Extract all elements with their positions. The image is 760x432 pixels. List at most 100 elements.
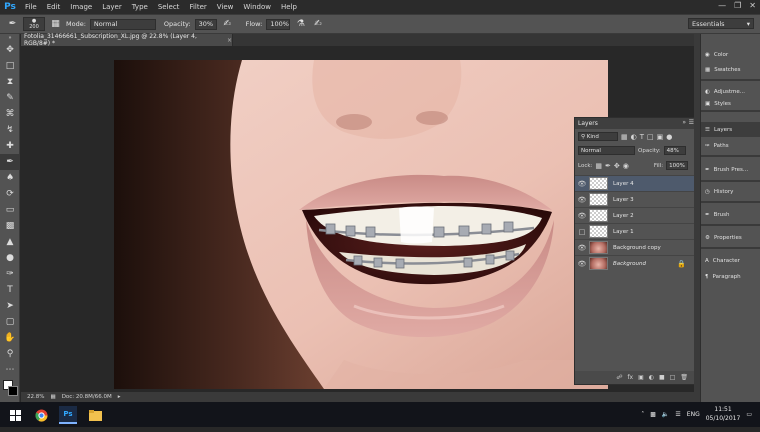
new-layer-icon[interactable]: □ [670,374,676,381]
adjustment-layer-icon[interactable]: ◐ [649,374,654,381]
mode-select[interactable]: Normal [89,18,156,30]
collapse-icon[interactable]: » [0,34,20,42]
brush-panel-icon[interactable]: ▦ [49,18,62,31]
windows-start-icon[interactable] [6,406,24,424]
photoshop-taskbar-icon[interactable]: Ps [59,406,77,424]
menu-filter[interactable]: Filter [184,0,211,14]
zoom-tool-icon[interactable]: ⚲ [0,346,20,362]
layers-panel-tab[interactable]: Layers » ☰ [575,118,696,129]
chevron-right-icon[interactable]: ▸ [118,394,121,400]
crop-tool-icon[interactable]: ⌘ [0,106,20,122]
eraser-tool-icon[interactable]: ▭ [0,202,20,218]
chevron-up-icon[interactable]: ˄ [641,411,644,418]
link-layers-icon[interactable]: ☍ [616,374,622,381]
shape-tool-icon[interactable]: ▢ [0,314,20,330]
lasso-tool-icon[interactable]: ⧗ [0,74,20,90]
trash-icon[interactable]: 🗑 [680,374,688,381]
dock-item-paragraph[interactable]: ¶ Paragraph [701,269,760,284]
eye-icon[interactable]: 👁 [575,196,589,204]
color-swatches[interactable] [0,378,20,400]
clock[interactable]: 11:51 05/10/2017 [706,405,741,423]
wifi-icon[interactable]: ☰ [675,411,680,418]
eyedropper-tool-icon[interactable]: ↯ [0,122,20,138]
menu-file[interactable]: File [20,0,42,14]
zoom-level[interactable]: 22.8% [27,394,44,400]
eye-hidden-icon[interactable]: □ [575,228,589,236]
dock-item-properties[interactable]: ⚙ Properties [701,230,760,245]
dock-item-history[interactable]: ◷ History [701,184,760,199]
doc-info[interactable]: Doc: 20.8M/66.0M [62,394,112,400]
add-mask-icon[interactable]: ▣ [638,374,644,381]
gradient-tool-icon[interactable]: ▩ [0,218,20,234]
layer-style-icon[interactable]: fx [627,374,633,381]
type-tool-icon[interactable]: T [0,282,20,298]
pressure-size-icon[interactable]: ✍ [311,18,324,31]
dock-item-swatches[interactable]: ▦ Swatches [701,62,760,77]
filter-shape-icon[interactable]: □ [647,133,654,141]
menu-image[interactable]: Image [65,0,97,14]
flow-input[interactable]: 100% [266,18,291,30]
file-explorer-icon[interactable] [86,406,104,424]
dock-item-styles[interactable]: ▣ Styles [701,99,760,109]
export-icon[interactable]: ▦ [50,394,55,400]
layer-row[interactable]: 👁 Layer 4 [575,175,694,191]
brush-size-picker[interactable]: ● 200 [23,17,45,31]
blur-tool-icon[interactable]: ▲ [0,234,20,250]
menu-view[interactable]: View [212,0,239,14]
menu-select[interactable]: Select [153,0,185,14]
eye-icon[interactable]: 👁 [575,244,589,252]
more-tools-icon[interactable]: ⋯ [0,362,20,378]
document-tab[interactable]: Fotolia_31466661_Subscription_XL.jpg @ 2… [21,33,233,47]
eye-icon[interactable]: 👁 [575,260,589,268]
layer-row[interactable]: 👁 Layer 2 [575,207,694,223]
filter-adjustment-icon[interactable]: ◐ [631,133,637,141]
brush-tool-icon[interactable]: ✒ [0,154,20,170]
menu-help[interactable]: Help [276,0,302,14]
smile-photo[interactable] [114,60,608,389]
dock-item-brush[interactable]: ✒ Brush [701,207,760,222]
filter-toggle-icon[interactable]: ● [666,133,672,141]
new-group-icon[interactable]: ■ [659,374,665,381]
minimize-icon[interactable]: — [718,1,726,10]
workspace-select[interactable]: Essentials ▾ [688,18,754,29]
blend-mode-select[interactable]: Normal [578,146,635,155]
airbrush-icon[interactable]: ⚗ [294,18,307,31]
hand-tool-icon[interactable]: ✋ [0,330,20,346]
notifications-icon[interactable]: ▭ [746,411,752,418]
brush-preset-icon[interactable]: ✒ [6,18,19,31]
pressure-opacity-icon[interactable]: ✍ [221,18,234,31]
layer-opacity-input[interactable]: 48% [663,146,686,155]
kind-filter-select[interactable]: ⚲ Kind [578,132,618,141]
background-color[interactable] [8,386,18,396]
menu-edit[interactable]: Edit [42,0,66,14]
clone-stamp-tool-icon[interactable]: ♠ [0,170,20,186]
lock-position-icon[interactable]: ✥ [614,162,620,170]
close-icon[interactable]: ✕ [749,1,756,10]
menu-type[interactable]: Type [127,0,153,14]
opacity-input[interactable]: 30% [194,18,217,30]
history-brush-tool-icon[interactable]: ⟳ [0,186,20,202]
path-select-tool-icon[interactable]: ➤ [0,298,20,314]
dodge-tool-icon[interactable]: ● [0,250,20,266]
network-icon[interactable]: ▩ [650,411,656,418]
lock-transparent-icon[interactable]: ▦ [595,162,602,170]
filter-pixel-icon[interactable]: ▦ [621,133,628,141]
healing-tool-icon[interactable]: ✚ [0,138,20,154]
eye-icon[interactable]: 👁 [575,180,589,188]
chrome-icon[interactable] [32,406,50,424]
menu-window[interactable]: Window [238,0,276,14]
fill-input[interactable]: 100% [666,161,689,170]
dock-item-character[interactable]: A Character [701,253,760,268]
quick-select-tool-icon[interactable]: ✎ [0,90,20,106]
lock-all-icon[interactable]: ◉ [623,162,629,170]
filter-smart-icon[interactable]: ▣ [657,133,664,141]
move-tool-icon[interactable]: ✥ [0,42,20,58]
eye-icon[interactable]: 👁 [575,212,589,220]
maximize-icon[interactable]: ❐ [734,1,741,10]
layer-row[interactable]: 👁 Background copy [575,239,694,255]
close-icon[interactable]: × [227,37,232,44]
layer-row[interactable]: 👁 Background 🔒 [575,255,694,271]
dock-item-brush-presets[interactable]: ✒ Brush Pres... [701,162,760,177]
marquee-tool-icon[interactable]: □ [0,58,20,74]
dock-item-layers[interactable]: ☰ Layers [701,122,760,137]
